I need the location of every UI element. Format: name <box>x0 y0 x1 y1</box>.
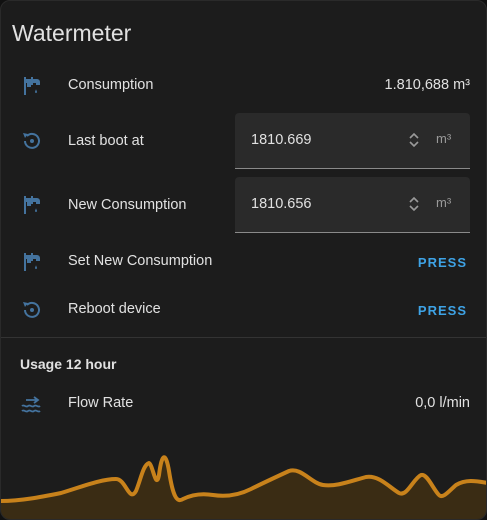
consumption-label: Consumption <box>68 77 154 93</box>
set-new-consumption-press-button[interactable]: PRESS <box>418 255 467 270</box>
last-boot-unit: m³ <box>436 131 452 146</box>
stepper-icon[interactable] <box>408 130 420 150</box>
flow-rate-value: 0,0 l/min <box>415 395 470 411</box>
flow-rate-row[interactable]: Flow Rate 0,0 l/min <box>1 380 486 424</box>
new-consumption-value: 1810.656 <box>251 196 312 212</box>
set-new-consumption-label: Set New Consumption <box>68 253 213 269</box>
watermeter-card: Watermeter Consumption 1.810,688 m³ Last… <box>0 0 487 520</box>
stepper-icon[interactable] <box>408 194 420 214</box>
water-pump-icon <box>20 193 44 217</box>
wave-arrow-icon <box>20 391 44 415</box>
restart-icon <box>20 298 44 322</box>
set-new-consumption-row: Set New Consumption PRESS <box>1 239 486 283</box>
new-consumption-input[interactable]: 1810.656 m³ <box>235 177 470 233</box>
restart-icon <box>20 129 44 153</box>
last-boot-row: Last boot at 1810.669 m³ <box>1 113 486 169</box>
usage-graph <box>1 455 486 519</box>
water-pump-icon <box>20 74 44 98</box>
new-consumption-row: New Consumption 1810.656 m³ <box>1 177 486 233</box>
new-consumption-unit: m³ <box>436 195 452 210</box>
reboot-device-row: Reboot device PRESS <box>1 287 486 331</box>
reboot-device-press-button[interactable]: PRESS <box>418 303 467 318</box>
last-boot-label: Last boot at <box>68 133 144 149</box>
card-title: Watermeter <box>12 20 132 46</box>
water-pump-icon <box>20 250 44 274</box>
consumption-value: 1.810,688 m³ <box>384 77 470 93</box>
new-consumption-label: New Consumption <box>68 197 187 213</box>
divider <box>1 337 486 338</box>
last-boot-value: 1810.669 <box>251 132 312 148</box>
consumption-row[interactable]: Consumption 1.810,688 m³ <box>1 63 486 107</box>
usage-section-title: Usage 12 hour <box>20 356 117 372</box>
flow-rate-label: Flow Rate <box>68 395 134 411</box>
last-boot-input[interactable]: 1810.669 m³ <box>235 113 470 169</box>
reboot-device-label: Reboot device <box>68 301 161 317</box>
